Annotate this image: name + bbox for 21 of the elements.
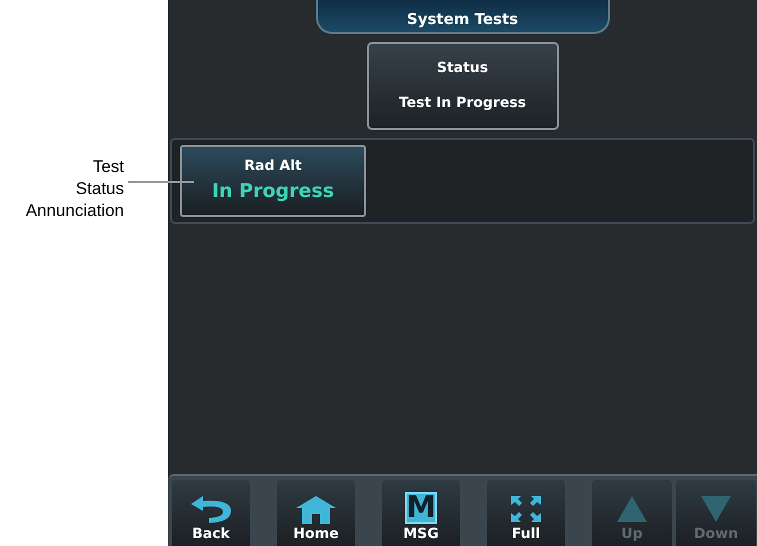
callout-label: Annunciation (26, 200, 124, 222)
up-arrow-icon (615, 494, 649, 524)
test-status: In Progress (212, 179, 334, 204)
back-button[interactable]: Back (172, 480, 250, 546)
home-button[interactable]: Home (277, 480, 355, 546)
msg-button[interactable]: M MSG (382, 480, 460, 546)
status-value: Test In Progress (398, 94, 526, 113)
callout-label: Test (92, 156, 124, 178)
house-icon (294, 494, 338, 524)
test-status-button[interactable]: Rad Alt In Progress (180, 145, 366, 217)
expand-arrows-icon (509, 494, 543, 524)
status-button[interactable]: Status Test In Progress (366, 42, 558, 130)
message-icon: M (405, 492, 437, 524)
test-name: Rad Alt (244, 157, 302, 176)
page-title: System Tests (316, 0, 610, 34)
curved-arrow-icon (189, 494, 233, 524)
full-button[interactable]: Full (487, 480, 565, 546)
down-arrow-icon (699, 494, 733, 524)
callout-label: Status (76, 178, 124, 200)
leader-line (128, 181, 194, 183)
status-label: Status (436, 59, 488, 78)
